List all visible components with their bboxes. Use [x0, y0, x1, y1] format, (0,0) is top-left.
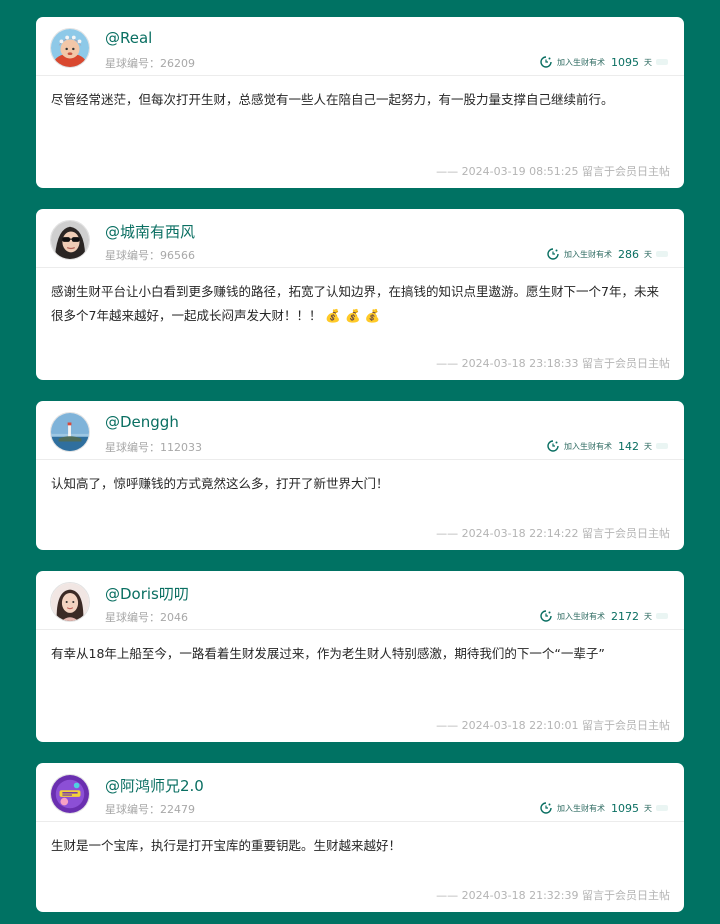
badge-progress-bar — [656, 59, 668, 65]
avatar[interactable] — [50, 582, 90, 622]
member-id: 星球编号：22479 — [105, 803, 195, 816]
woman-sunglasses-photo-icon — [51, 221, 89, 259]
membership-badge: 加入生财有术 286 天 — [547, 247, 668, 261]
membership-badge: 加入生财有术 2172 天 — [540, 609, 668, 623]
member-id: 星球编号：26209 — [105, 57, 195, 70]
badge-label: 加入生财有术 — [557, 611, 605, 621]
badge-label: 加入生财有术 — [557, 57, 605, 67]
member-id: 星球编号：2046 — [105, 611, 188, 624]
post-header: @城南有西风 星球编号：96566 加入生财有术 286 天 — [36, 209, 684, 268]
post-card: @Doris叨叨 星球编号：2046 加入生财有术 2172 天 有幸从18年上… — [36, 571, 684, 742]
membership-badge: 加入生财有术 1095 天 — [540, 801, 668, 815]
moon-clock-icon — [540, 610, 552, 622]
post-header: @Doris叨叨 星球编号：2046 加入生财有术 2172 天 — [36, 571, 684, 630]
badge-label: 加入生财有术 — [557, 803, 605, 813]
woman-portrait-photo-icon — [51, 583, 89, 621]
days-unit: 天 — [644, 611, 652, 621]
badge-progress-bar — [656, 251, 668, 257]
post-content: 尽管经常迷茫，但每次打开生财，总感觉有一些人在陪自己一起努力，有一股力量支撑自己… — [51, 92, 614, 107]
badge-progress-bar — [656, 443, 668, 449]
membership-days: 1095 — [611, 801, 639, 815]
post-footer: —— 2024-03-18 22:14:22 留言于会员日主帖 — [436, 527, 670, 540]
moon-clock-icon — [540, 56, 552, 68]
avatar[interactable] — [50, 220, 90, 260]
avatar[interactable] — [50, 412, 90, 452]
days-unit: 天 — [644, 441, 652, 451]
badge-label: 加入生财有术 — [564, 441, 612, 451]
post-footer: —— 2024-03-18 21:32:39 留言于会员日主帖 — [436, 889, 670, 902]
post-content: 感谢生财平台让小白看到更多赚钱的路径，拓宽了认知边界，在搞钱的知识点里遨游。愿生… — [51, 284, 659, 323]
membership-days: 1095 — [611, 55, 639, 69]
membership-days: 2172 — [611, 609, 639, 623]
member-id: 星球编号：96566 — [105, 249, 195, 262]
moon-clock-icon — [540, 802, 552, 814]
membership-badge: 加入生财有术 142 天 — [547, 439, 668, 453]
post-footer: —— 2024-03-18 22:10:01 留言于会员日主帖 — [436, 719, 670, 732]
days-unit: 天 — [644, 249, 652, 259]
badge-progress-bar — [656, 613, 668, 619]
post-card: @阿鸿师兄2.0 星球编号：22479 加入生财有术 1095 天 生财是一个宝… — [36, 763, 684, 912]
moon-clock-icon — [547, 440, 559, 452]
username[interactable]: @城南有西风 — [105, 221, 195, 242]
badge-progress-bar — [656, 805, 668, 811]
post-content: 认知高了，惊呼赚钱的方式竟然这么多，打开了新世界大门！ — [51, 476, 389, 491]
post-card: @城南有西风 星球编号：96566 加入生财有术 286 天 感谢生财平台让小白… — [36, 209, 684, 380]
membership-badge: 加入生财有术 1095 天 — [540, 55, 668, 69]
post-content: 生财是一个宝库，执行是打开宝库的重要钥匙。生财越来越好！ — [51, 838, 402, 853]
moon-clock-icon — [547, 248, 559, 260]
post-footer: —— 2024-03-19 08:51:25 留言于会员日主帖 — [436, 165, 670, 178]
post-header: @Real 星球编号：26209 加入生财有术 1095 天 — [36, 17, 684, 76]
post-footer: —— 2024-03-18 23:18:33 留言于会员日主帖 — [436, 357, 670, 370]
username[interactable]: @Doris叨叨 — [105, 583, 189, 604]
lighthouse-photo-icon — [51, 413, 89, 451]
avatar[interactable] — [50, 28, 90, 68]
post-feed: @Real 星球编号：26209 加入生财有术 1095 天 尽管经常迷茫，但每… — [0, 0, 720, 924]
post-card: @Real 星球编号：26209 加入生财有术 1095 天 尽管经常迷茫，但每… — [36, 17, 684, 188]
username[interactable]: @阿鸿师兄2.0 — [105, 775, 204, 796]
username[interactable]: @Denggh — [105, 413, 179, 431]
avatar[interactable] — [50, 774, 90, 814]
member-id: 星球编号：112033 — [105, 441, 202, 454]
username[interactable]: @Real — [105, 29, 152, 47]
membership-days: 286 — [618, 247, 639, 261]
membership-days: 142 — [618, 439, 639, 453]
baby-photo-icon — [51, 29, 89, 67]
days-unit: 天 — [644, 803, 652, 813]
days-unit: 天 — [644, 57, 652, 67]
badge-label: 加入生财有术 — [564, 249, 612, 259]
post-card: @Denggh 星球编号：112033 加入生财有术 142 天 认知高了，惊呼… — [36, 401, 684, 550]
post-content: 有幸从18年上船至今，一路看着生财发展过来，作为老生财人特别感激，期待我们的下一… — [51, 646, 605, 661]
post-header: @阿鸿师兄2.0 星球编号：22479 加入生财有术 1095 天 — [36, 763, 684, 822]
post-header: @Denggh 星球编号：112033 加入生财有术 142 天 — [36, 401, 684, 460]
purple-cartoon-logo-icon — [51, 775, 89, 813]
